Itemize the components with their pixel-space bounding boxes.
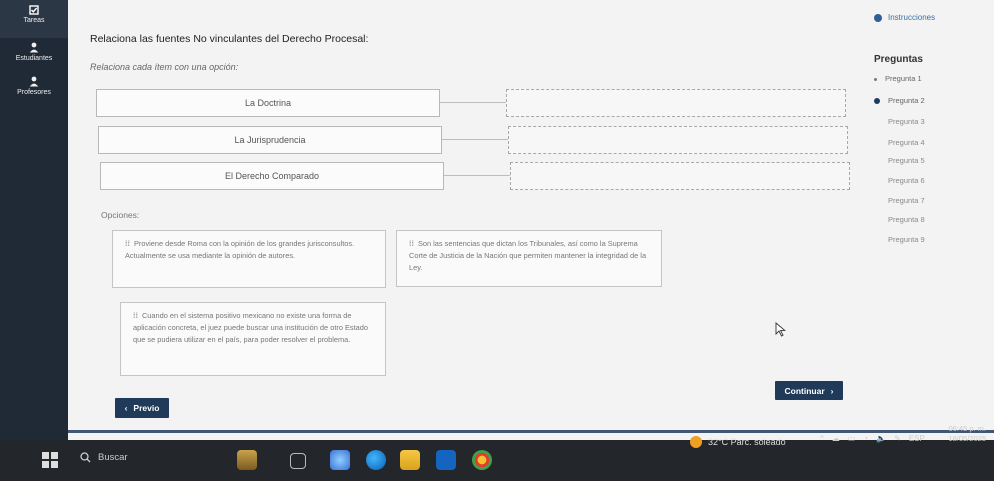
options-label: Opciones: (101, 210, 140, 220)
continue-label: Continuar (784, 385, 825, 396)
info-icon (874, 13, 882, 22)
taskbar-search-placeholder: Buscar (98, 452, 128, 463)
bullet-icon (874, 198, 880, 204)
drop-slot[interactable] (510, 162, 850, 190)
bottom-accent-bar (68, 430, 994, 433)
option-text: Cuando en el sistema positivo mexicano n… (133, 311, 369, 344)
clock-date: 18/05/2025 (948, 434, 986, 443)
bullet-icon (874, 178, 880, 184)
bullet-icon (874, 158, 880, 164)
question-nav-item[interactable]: Pregunta 3 (874, 117, 925, 126)
system-tray: ^ ☁ ▭ ◔ 🔈 ✎ ESP (820, 434, 925, 443)
battery-icon[interactable]: ▭ (848, 434, 856, 443)
connector-line (444, 175, 510, 176)
question-nav-item[interactable]: Pregunta 6 (874, 176, 925, 185)
chrome-icon[interactable] (472, 450, 492, 470)
question-title: Relaciona las fuentes No vinculantes del… (90, 33, 369, 45)
sidebar-item-profesores[interactable]: Profesores (0, 76, 68, 96)
drag-handle-icon[interactable]: ⁞⁞ (409, 239, 414, 248)
continue-button[interactable]: Continuar › (775, 381, 843, 400)
question-nav-item[interactable]: Pregunta 8 (874, 215, 925, 224)
bullet-icon (874, 237, 880, 243)
windows-taskbar: Buscar 32°C Parc. soleado ^ ☁ ▭ ◔ 🔈 ✎ ES… (0, 424, 994, 481)
question-nav-item[interactable]: Pregunta 2 (874, 96, 925, 105)
term-box: El Derecho Comparado (100, 162, 444, 190)
term-box: La Jurisprudencia (98, 126, 442, 154)
wifi-icon[interactable]: ◔ (863, 434, 868, 443)
left-sidebar: Tareas Estudiantes Profesores (0, 0, 68, 440)
checkbox-icon (29, 5, 39, 15)
outlook-icon[interactable] (436, 450, 456, 470)
main-panel: Relaciona las fuentes No vinculantes del… (68, 0, 994, 440)
drag-handle-icon[interactable]: ⁞⁞ (125, 239, 130, 248)
language-indicator[interactable]: ESP (909, 434, 925, 443)
chevron-up-icon[interactable]: ^ (820, 434, 824, 443)
previous-button[interactable]: ‹ Previo (115, 398, 169, 418)
bullet-icon (874, 140, 880, 146)
clock-time: 06:45 p. m. (948, 424, 986, 433)
connector-line (442, 139, 508, 140)
option-card[interactable]: ⁞⁞ Son las sentencias que dictan los Trib… (396, 230, 662, 287)
instructions-label: Instrucciones (888, 13, 936, 22)
sidebar-item-label: Profesores (17, 89, 51, 96)
option-card[interactable]: ⁞⁞ Cuando en el sistema positivo mexicano… (120, 302, 386, 376)
cloud-icon[interactable]: ☁ (832, 434, 840, 443)
edge-browser-icon[interactable] (366, 450, 386, 470)
questions-heading: Preguntas (874, 54, 923, 65)
instructions-link[interactable]: Instrucciones (874, 13, 935, 22)
drag-handle-icon[interactable]: ⁞⁞ (133, 311, 138, 320)
file-explorer-icon[interactable] (400, 450, 420, 470)
question-nav-item[interactable]: Pregunta 7 (874, 196, 925, 205)
pen-icon[interactable]: ✎ (894, 434, 901, 443)
option-text: Proviene desde Roma con la opinión de lo… (125, 239, 355, 260)
drop-slot[interactable] (506, 89, 846, 117)
question-subtitle: Relaciona cada ítem con una opción: (90, 62, 239, 72)
windows-start-icon[interactable] (42, 452, 58, 468)
drop-slot[interactable] (508, 126, 848, 154)
question-nav-item[interactable]: Pregunta 4 (874, 138, 925, 147)
mouse-cursor-icon (775, 322, 786, 337)
sidebar-item-estudiantes[interactable]: Estudiantes (0, 42, 68, 62)
search-icon (80, 452, 91, 463)
chevron-right-icon: › (830, 385, 834, 396)
option-text: Son las sentencias que dictan los Tribun… (409, 239, 647, 272)
sidebar-item-label: Estudiantes (15, 55, 53, 62)
question-nav-item[interactable]: Pregunta 9 (874, 235, 925, 244)
option-card[interactable]: ⁞⁞ Proviene desde Roma con la opinión de … (112, 230, 386, 288)
taskbar-clock[interactable]: 06:45 p. m. 18/05/2025 (948, 424, 986, 444)
weather-text: 32°C Parc. soleado (708, 437, 786, 447)
chevron-left-icon: ‹ (124, 403, 128, 413)
sidebar-item-label: Tareas (23, 17, 45, 24)
person-icon (29, 42, 39, 53)
volume-icon[interactable]: 🔈 (876, 434, 886, 443)
connector-line (440, 102, 506, 103)
question-nav-item[interactable]: Pregunta 5 (874, 156, 925, 165)
person-icon (29, 76, 39, 87)
task-view-icon[interactable] (290, 453, 306, 469)
term-box: La Doctrina (96, 89, 440, 117)
taskbar-search[interactable]: Buscar (80, 452, 128, 463)
bullet-icon (874, 77, 877, 81)
current-question-icon (874, 98, 880, 105)
question-nav-item[interactable]: Pregunta 1 (874, 74, 922, 83)
bullet-icon (874, 119, 880, 125)
weather-widget[interactable]: 32°C Parc. soleado (690, 436, 786, 448)
taskbar-widget-icon[interactable] (237, 450, 257, 470)
copilot-icon[interactable] (330, 450, 350, 470)
sidebar-item-tareas[interactable]: Tareas (0, 5, 68, 24)
sun-icon (690, 436, 702, 448)
bullet-icon (874, 217, 880, 223)
previous-label: Previo (133, 403, 160, 413)
